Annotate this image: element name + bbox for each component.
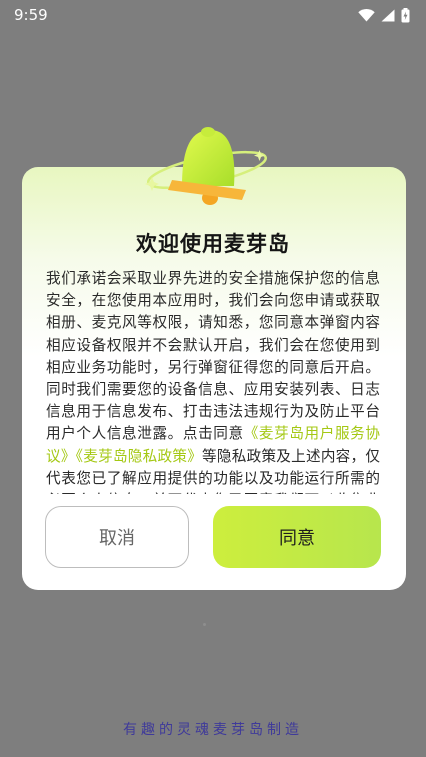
status-icons (358, 7, 410, 23)
signal-icon (381, 9, 395, 21)
status-bar: 9:59 (0, 0, 426, 30)
bell-icon (145, 127, 268, 205)
dialog-title: 欢迎使用麦芽岛 (136, 232, 290, 256)
body-text-before: 我们承诺会采取业界先进的安全措施保护您的信息安全，在您使用本应用时，我们会向您申… (46, 270, 380, 443)
wifi-icon (358, 8, 375, 21)
footer-slogan: 有趣的灵魂麦芽岛制造 (123, 722, 303, 738)
cancel-button[interactable]: 取消 (45, 506, 189, 568)
battery-icon (401, 7, 410, 22)
agree-button[interactable]: 同意 (213, 506, 381, 568)
decorative-dot (203, 623, 206, 626)
privacy-policy-link[interactable]: 《麦芽岛隐私政策》 (76, 448, 202, 465)
dialog-body: 我们承诺会采取业界先进的安全措施保护您的信息安全，在您使用本应用时，我们会向您申… (46, 268, 380, 494)
status-time: 9:59 (14, 6, 48, 24)
